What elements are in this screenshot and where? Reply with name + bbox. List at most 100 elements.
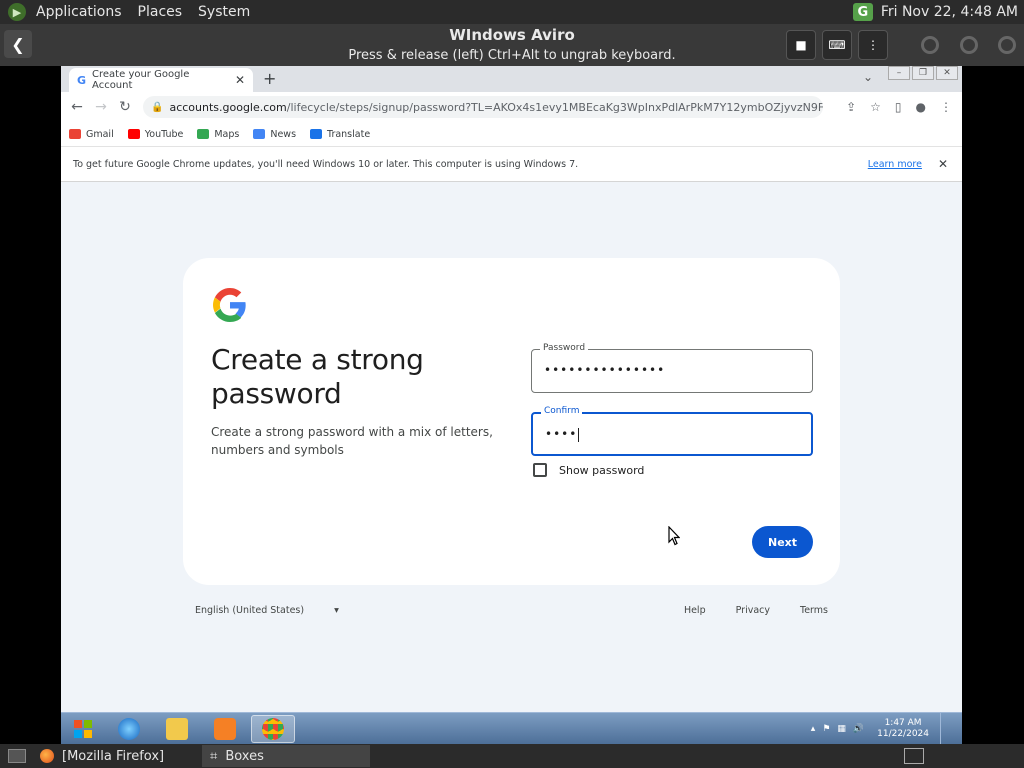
- next-button[interactable]: Next: [752, 526, 813, 558]
- close-window-icon[interactable]: [998, 36, 1016, 54]
- folder-icon: [166, 718, 188, 740]
- news-icon: [253, 129, 266, 139]
- taskbar-firefox[interactable]: [Mozilla Firefox]: [32, 745, 200, 767]
- taskbar-media-player[interactable]: [203, 715, 247, 743]
- infobar-close-icon[interactable]: ✕: [938, 157, 948, 171]
- system-menu[interactable]: System: [190, 0, 258, 24]
- update-infobar: To get future Google Chrome updates, you…: [61, 146, 962, 182]
- confirm-value: ••••: [545, 427, 580, 442]
- host-clock[interactable]: Fri Nov 22, 4:48 AM: [881, 4, 1018, 20]
- taskbar-chrome[interactable]: [251, 715, 295, 743]
- bookmark-maps[interactable]: Maps: [197, 129, 239, 140]
- signup-page: Create a strong password Create a strong…: [61, 182, 962, 712]
- bookmark-gmail[interactable]: Gmail: [69, 129, 114, 140]
- youtube-icon: [127, 129, 140, 139]
- show-password-label: Show password: [559, 463, 645, 477]
- guest-time: 1:47 AM: [884, 718, 922, 728]
- host-menu-bar: Applications Places System: [28, 0, 258, 24]
- profile-icon[interactable]: ●: [916, 100, 926, 114]
- guest-window-controls: – ❐ ✕: [888, 66, 958, 80]
- url-host: accounts.google.com: [169, 100, 287, 114]
- terms-link[interactable]: Terms: [800, 605, 828, 616]
- host-bottom-panel: [Mozilla Firefox] ⌗ Boxes: [0, 744, 1024, 768]
- mouse-cursor-icon: [668, 526, 680, 546]
- volume-icon[interactable]: 🔊: [853, 724, 864, 734]
- password-value: •••••••••••••••: [544, 363, 666, 377]
- privacy-link[interactable]: Privacy: [736, 605, 770, 616]
- address-bar[interactable]: 🔒 accounts.google.com /lifecycle/steps/s…: [143, 96, 823, 118]
- help-link[interactable]: Help: [684, 605, 706, 616]
- show-password-toggle[interactable]: Show password: [533, 463, 644, 477]
- taskbar-ie[interactable]: [107, 715, 151, 743]
- stop-icon[interactable]: ■: [786, 30, 816, 60]
- bookmark-youtube[interactable]: YouTube: [127, 129, 183, 140]
- workspace-switcher-icon[interactable]: [896, 745, 932, 767]
- start-button[interactable]: [61, 715, 105, 743]
- guest-clock[interactable]: 1:47 AM 11/22/2024: [877, 718, 929, 740]
- tab-close-icon[interactable]: ✕: [235, 73, 245, 87]
- boxes-window-label: Boxes: [225, 748, 264, 764]
- network-icon[interactable]: ▦: [837, 724, 846, 734]
- host-top-panel: ▶ Applications Places System G Fri Nov 2…: [0, 0, 1024, 24]
- action-center-flag-icon[interactable]: ⚑: [822, 724, 830, 734]
- guest-minimize-icon[interactable]: –: [888, 66, 910, 80]
- password-field[interactable]: Password •••••••••••••••: [531, 343, 813, 393]
- show-password-checkbox[interactable]: [533, 463, 547, 477]
- keyboard-icon[interactable]: ⌨: [822, 30, 852, 60]
- windows-logo-icon: [74, 720, 92, 738]
- vm-display[interactable]: G Create your Google Account ✕ + ⌄ – ❐ ✕…: [61, 66, 962, 744]
- url-path: /lifecycle/steps/signup/password?TL=AKOx…: [286, 100, 823, 114]
- google-logo-icon: [213, 288, 246, 322]
- guest-close-icon[interactable]: ✕: [936, 66, 958, 80]
- language-label: English (United States): [195, 605, 305, 616]
- password-label: Password: [540, 343, 589, 353]
- taskbar-boxes[interactable]: ⌗ Boxes: [202, 745, 370, 767]
- show-hidden-icons-icon[interactable]: ▴: [811, 724, 816, 734]
- boxes-header-bar: ❮ WIndows Aviro Press & release (left) C…: [0, 24, 1024, 66]
- applications-menu[interactable]: Applications: [28, 0, 130, 24]
- minimize-icon[interactable]: [921, 36, 939, 54]
- reload-icon[interactable]: ↻: [113, 99, 137, 115]
- infobar-message: To get future Google Chrome updates, you…: [73, 158, 579, 170]
- chrome-icon: [262, 718, 284, 740]
- gmail-icon: [69, 129, 81, 139]
- chrome-menu-icon[interactable]: ⋮: [940, 100, 952, 114]
- show-desktop-button[interactable]: [940, 713, 950, 744]
- side-panel-icon[interactable]: ▯: [895, 100, 902, 114]
- signup-card: Create a strong password Create a strong…: [183, 258, 840, 585]
- update-notifier-icon[interactable]: G: [852, 3, 873, 21]
- gnome-foot-icon[interactable]: ▶: [8, 3, 26, 21]
- show-desktop-icon[interactable]: [0, 745, 34, 767]
- google-favicon-icon: G: [77, 73, 87, 87]
- taskbar-explorer[interactable]: [155, 715, 199, 743]
- new-tab-icon[interactable]: +: [263, 69, 276, 88]
- bookmark-translate[interactable]: Translate: [310, 129, 370, 140]
- tab-title: Create your Google Account: [92, 69, 190, 91]
- confirm-field[interactable]: Confirm ••••: [531, 406, 813, 456]
- text-caret: [578, 427, 580, 442]
- learn-more-link[interactable]: Learn more: [868, 159, 922, 170]
- chrome-tab-strip: G Create your Google Account ✕ + ⌄ – ❐ ✕: [61, 66, 962, 92]
- lock-icon[interactable]: 🔒: [151, 102, 163, 113]
- bookmarks-bar: Gmail YouTube Maps News Translate: [61, 122, 962, 146]
- chrome-toolbar: ← → ↻ 🔒 accounts.google.com /lifecycle/s…: [61, 92, 962, 122]
- share-icon[interactable]: ⇪: [846, 100, 856, 114]
- tab-create-account[interactable]: G Create your Google Account ✕: [69, 68, 253, 92]
- system-tray: ▴ ⚑ ▦ 🔊 1:47 AM 11/22/2024: [811, 713, 950, 744]
- menu-kebab-icon[interactable]: ⋮: [858, 30, 888, 60]
- tab-search-chevron-icon[interactable]: ⌄: [863, 70, 873, 84]
- confirm-label: Confirm: [541, 406, 583, 416]
- guest-date: 11/22/2024: [877, 729, 929, 739]
- bookmark-news[interactable]: News: [253, 129, 296, 140]
- maps-icon: [197, 129, 210, 139]
- firefox-window-label: [Mozilla Firefox]: [62, 748, 165, 764]
- forward-icon[interactable]: →: [89, 99, 113, 115]
- maximize-icon[interactable]: [960, 36, 978, 54]
- page-footer: English (United States) ▾ Help Privacy T…: [195, 605, 828, 616]
- page-description: Create a strong password with a mix of l…: [211, 425, 493, 457]
- places-menu[interactable]: Places: [130, 0, 191, 24]
- guest-restore-icon[interactable]: ❐: [912, 66, 934, 80]
- bookmark-star-icon[interactable]: ☆: [870, 100, 881, 114]
- back-icon[interactable]: ←: [65, 99, 89, 115]
- language-selector[interactable]: English (United States) ▾: [195, 605, 339, 616]
